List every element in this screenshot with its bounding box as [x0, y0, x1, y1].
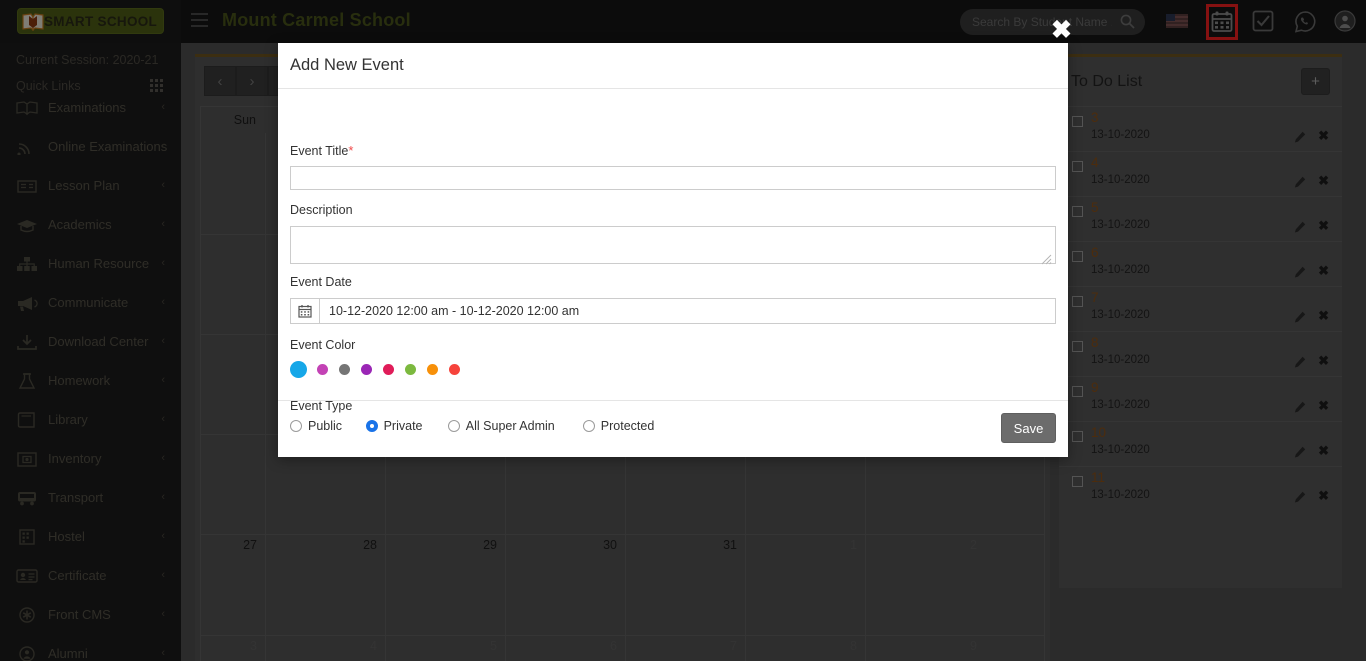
calendar-icon[interactable]	[291, 299, 320, 323]
application-window: Current Session: 2020-21 Quick Links Exa…	[0, 0, 1366, 661]
event-color-swatch[interactable]	[339, 364, 350, 375]
event-color-swatch[interactable]	[427, 364, 438, 375]
event-color-swatch-selected[interactable]	[290, 361, 307, 378]
event-title-label: Event Title*	[290, 143, 353, 158]
event-date-group	[290, 298, 1056, 324]
save-button[interactable]: Save	[1001, 413, 1056, 443]
event-color-swatch[interactable]	[317, 364, 328, 375]
event-color-swatch[interactable]	[449, 364, 460, 375]
event-color-swatch[interactable]	[383, 364, 394, 375]
event-date-label: Event Date	[290, 275, 352, 289]
close-icon[interactable]: ✖	[1051, 18, 1075, 42]
modal-footer: Save	[278, 400, 1068, 457]
required-marker: *	[348, 143, 353, 158]
event-title-input[interactable]	[290, 166, 1056, 190]
description-label: Description	[290, 203, 353, 217]
description-textarea[interactable]	[290, 226, 1056, 264]
modal-title: Add New Event	[290, 56, 404, 75]
event-color-swatch[interactable]	[361, 364, 372, 375]
add-new-event-modal: Add New Event Event Title* Description E…	[278, 43, 1068, 457]
modal-header: Add New Event	[278, 43, 1068, 89]
event-date-input[interactable]	[320, 299, 1055, 323]
event-color-label: Event Color	[290, 338, 355, 352]
event-color-swatch[interactable]	[405, 364, 416, 375]
